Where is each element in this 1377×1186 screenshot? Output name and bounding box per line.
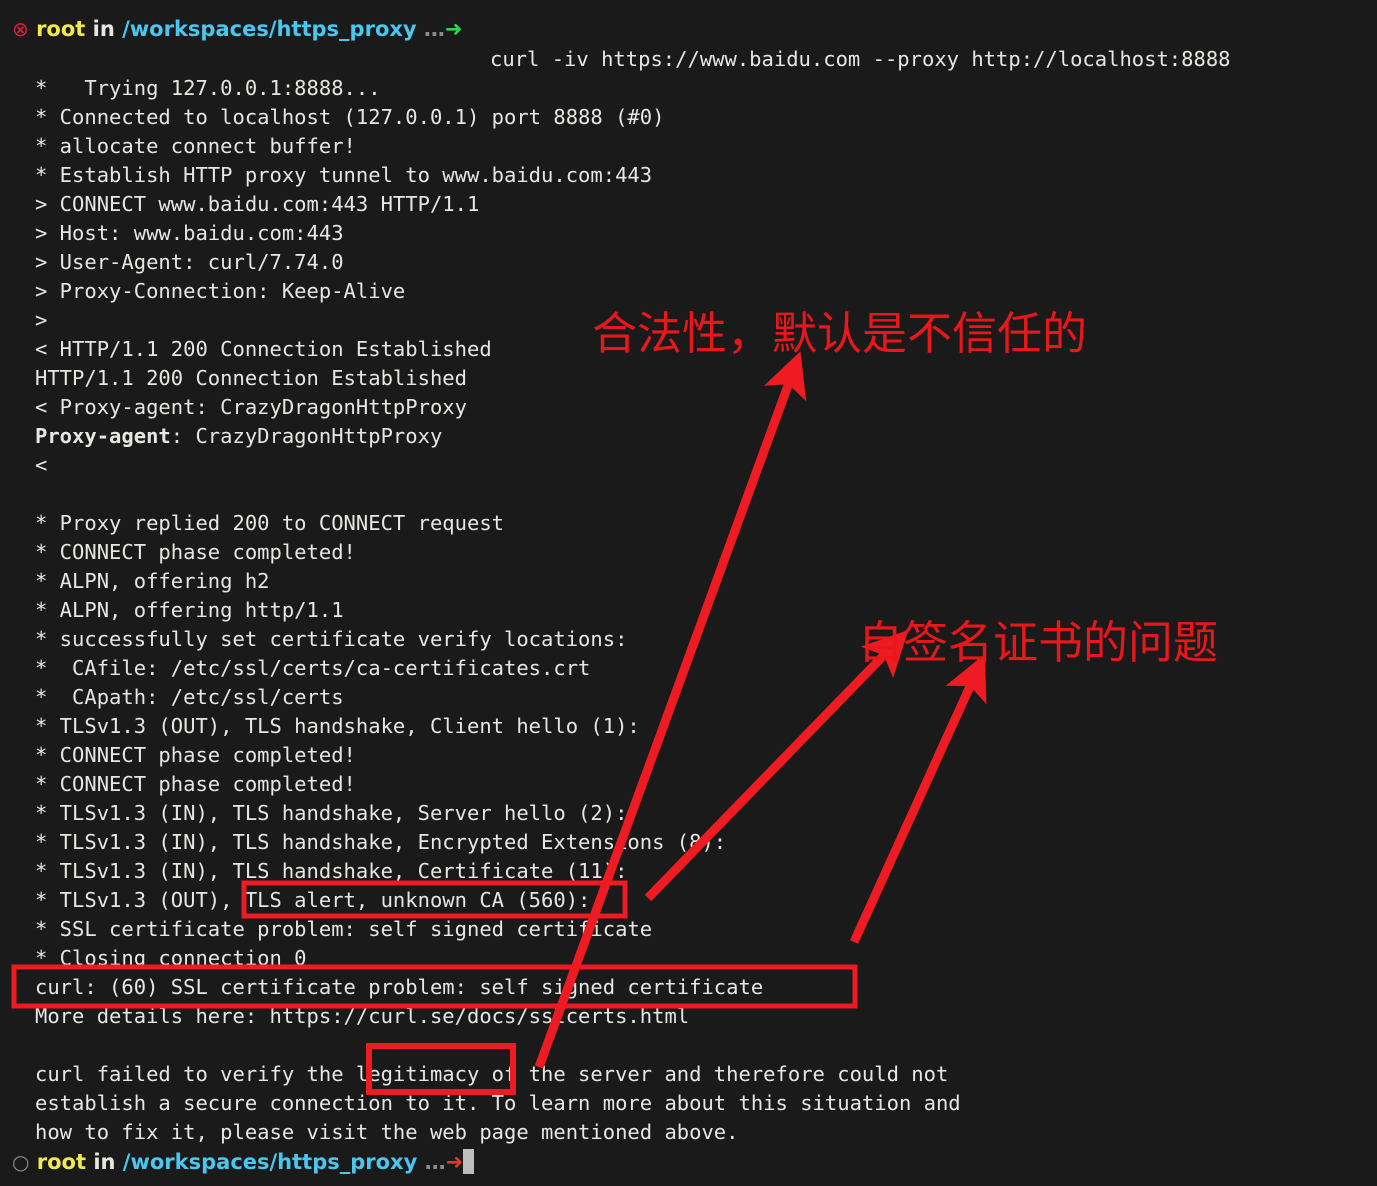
header-name: Proxy-agent	[35, 424, 171, 448]
prompt-path: /workspaces/https_proxy	[122, 17, 417, 41]
prompt-arrow-icon: ➜	[444, 17, 463, 41]
output-line: <	[35, 453, 48, 477]
output-line: * Trying 127.0.0.1:8888...	[35, 76, 381, 100]
output-line: > Host: www.baidu.com:443	[35, 221, 344, 245]
prompt-user: root	[36, 17, 86, 41]
output-line-blank	[0, 1031, 1377, 1060]
output-line: > CONNECT www.baidu.com:443 HTTP/1.1	[35, 192, 480, 216]
output-line: * CONNECT phase completed!	[35, 772, 356, 796]
prompt-path: /workspaces/https_proxy	[122, 1150, 418, 1174]
output-line: * allocate connect buffer!	[35, 134, 356, 158]
prompt-arrow-icon: ➜	[445, 1150, 464, 1174]
terminal-output-area[interactable]: ⊗ root in /workspaces/https_proxy …➜ cur…	[0, 0, 1377, 1177]
output-line-curl-error: curl: (60) SSL certificate problem: self…	[35, 975, 764, 999]
output-line: how to fix it, please visit the web page…	[35, 1120, 739, 1144]
output-line-tls-alert: * TLSv1.3 (OUT), TLS alert, unknown CA (…	[35, 888, 591, 912]
output-line: > User-Agent: curl/7.74.0	[35, 250, 344, 274]
output-line: HTTP/1.1 200 Connection Established	[35, 366, 467, 390]
prompt-ellipsis: …	[424, 1150, 446, 1174]
output-line: establish a secure connection to it. To …	[35, 1091, 961, 1115]
prompt-line-bottom[interactable]: ○ root in /workspaces/https_proxy …➜	[0, 1147, 1377, 1177]
output-line-more-details: More details here: https://curl.se/docs/…	[35, 1004, 690, 1028]
output-line: * CONNECT phase completed!	[35, 743, 356, 767]
prompt-in-word: in	[92, 17, 115, 41]
error-circle-x-icon: ⊗	[12, 17, 29, 41]
output-line: * CApath: /etc/ssl/certs	[35, 685, 344, 709]
output-line: * TLSv1.3 (OUT), TLS handshake, Client h…	[35, 714, 640, 738]
output-line: * Connected to localhost (127.0.0.1) por…	[35, 105, 665, 129]
output-line: * TLSv1.3 (IN), TLS handshake, Encrypted…	[35, 830, 727, 854]
prompt-ellipsis: …	[423, 17, 445, 41]
prompt-in-word: in	[93, 1150, 116, 1174]
text-cursor[interactable]	[463, 1149, 475, 1174]
output-line: * Proxy replied 200 to CONNECT request	[35, 511, 504, 535]
output-line: * Closing connection 0	[35, 946, 307, 970]
prompt-line-top: ⊗ root in /workspaces/https_proxy …➜	[0, 14, 1377, 44]
output-line-legitimacy: curl failed to verify the legitimacy of …	[35, 1062, 949, 1086]
output-line: * ALPN, offering h2	[35, 569, 270, 593]
terminal-window: ⊗ root in /workspaces/https_proxy …➜ cur…	[0, 0, 1377, 1186]
output-line: < Proxy-agent: CrazyDragonHttpProxy	[35, 395, 467, 419]
prompt-user: root	[36, 1150, 87, 1174]
circle-idle-icon: ○	[12, 1150, 30, 1174]
output-line: * TLSv1.3 (IN), TLS handshake, Certifica…	[35, 859, 628, 883]
header-value: : CrazyDragonHttpProxy	[170, 424, 443, 448]
output-line: * Establish HTTP proxy tunnel to www.bai…	[35, 163, 653, 187]
annotation-note-selfsigned: 自签名证书的问题	[858, 616, 1219, 669]
output-line: * CONNECT phase completed!	[35, 540, 356, 564]
response-header-proxy-agent: Proxy-agent: CrazyDragonHttpProxy	[0, 422, 1377, 451]
output-line: * TLSv1.3 (IN), TLS handshake, Server he…	[35, 801, 628, 825]
annotation-note-legitimacy: 合法性，默认是不信任的	[592, 307, 1088, 360]
output-line-ssl-problem: * SSL certificate problem: self signed c…	[35, 917, 653, 941]
output-line-blank	[0, 480, 1377, 509]
command-line[interactable]: curl -iv https://www.baidu.com --proxy h…	[0, 44, 1377, 74]
